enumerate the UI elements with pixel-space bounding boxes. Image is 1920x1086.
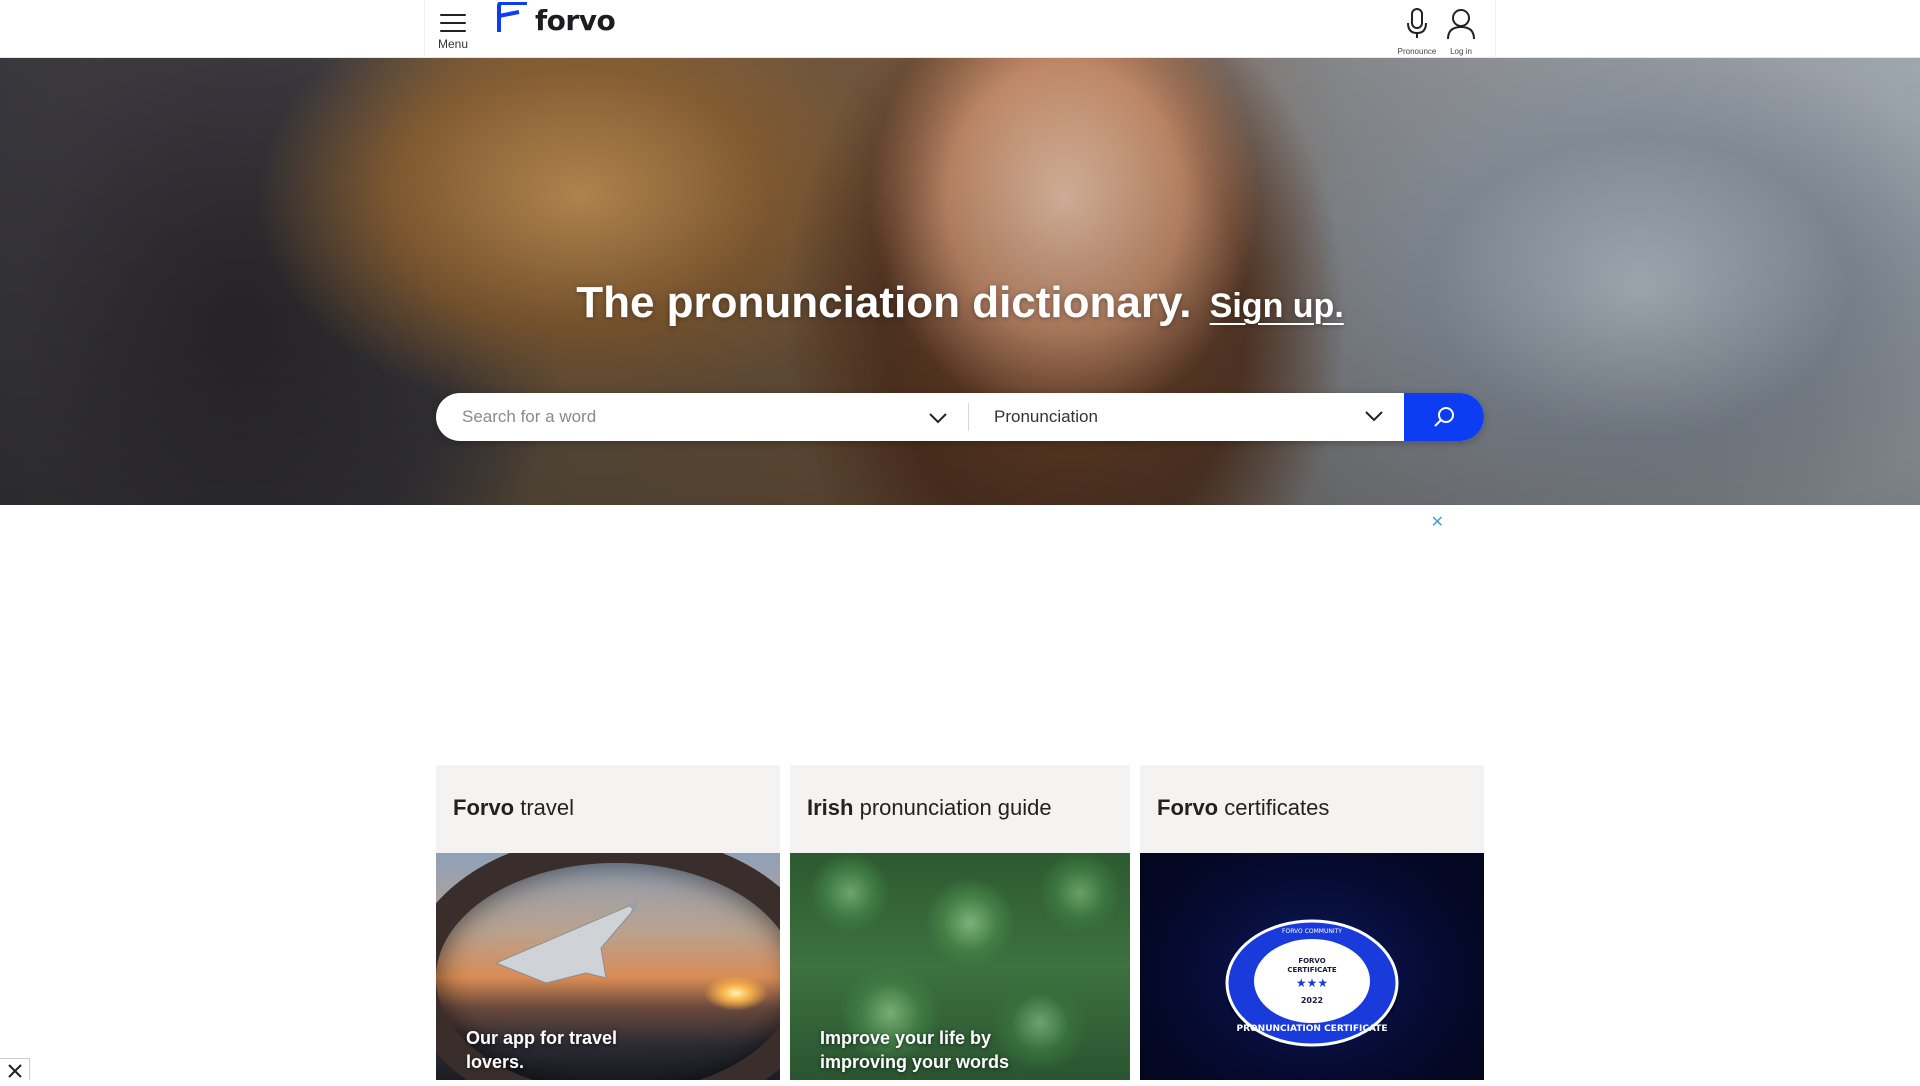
card-caption-line: lovers.: [466, 1052, 525, 1072]
search-mode-select[interactable]: Pronunciation: [994, 407, 1098, 427]
card-title-bold: Forvo: [1157, 795, 1219, 820]
microphone-icon: [1407, 8, 1427, 38]
chevron-down-icon[interactable]: [928, 408, 948, 428]
card-irish-guide[interactable]: Irish pronunciation guide Improve your l…: [790, 765, 1130, 1080]
signup-link[interactable]: Sign up.: [1210, 287, 1344, 325]
card-caption: Improve your life by improving your word…: [820, 1026, 1009, 1074]
menu-label: Menu: [437, 37, 469, 51]
chevron-down-icon[interactable]: [1364, 406, 1384, 426]
search-bar: Pronunciation: [436, 393, 1484, 441]
hero-title: The pronunciation dictionary. Sign up.: [0, 278, 1920, 328]
search-button[interactable]: [1404, 393, 1484, 441]
certificate-badge-icon: FORVO COMMUNITY FORVO CERTIFICATE ★★★ 20…: [1225, 919, 1399, 1047]
search-divider: [968, 403, 969, 431]
search-icon: [1434, 407, 1454, 427]
badge-line-2: CERTIFICATE: [1287, 966, 1337, 974]
pronounce-button[interactable]: Pronounce: [1395, 8, 1439, 56]
card-caption: Our app for travel lovers.: [466, 1026, 617, 1074]
login-button[interactable]: Log in: [1439, 8, 1483, 56]
login-label: Log in: [1450, 47, 1472, 56]
badge-top-text: FORVO COMMUNITY: [1282, 928, 1342, 935]
pronounce-label: Pronounce: [1397, 47, 1437, 56]
logo-text: forvo: [535, 3, 616, 37]
card-title-rest: pronunciation guide: [853, 795, 1052, 820]
hamburger-menu-icon: [440, 14, 466, 16]
hero-banner: The pronunciation dictionary. Sign up. P…: [0, 58, 1920, 505]
card-title-rest: travel: [514, 795, 575, 820]
certificate-image: FORVO COMMUNITY FORVO CERTIFICATE ★★★ 20…: [1140, 853, 1484, 1080]
user-icon: [1447, 9, 1475, 40]
badge-year: 2022: [1301, 996, 1323, 1005]
menu-button[interactable]: Menu: [435, 14, 471, 54]
card-title: Irish pronunciation guide: [807, 795, 1052, 821]
site-header: Menu forvo Pronounce Log in: [0, 0, 1920, 58]
card-title-bold: Forvo: [453, 795, 515, 820]
hamburger-menu-icon-bar: [440, 30, 466, 32]
card-caption-line: Improve your life by: [820, 1028, 992, 1048]
card-forvo-certificates[interactable]: Forvo certificates FORVO COMMUNITY FORVO…: [1140, 765, 1484, 1080]
hero-heading: The pronunciation dictionary.: [576, 278, 1192, 327]
close-icon[interactable]: ✕: [1431, 512, 1444, 532]
card-title-bold: Irish: [807, 795, 854, 820]
card-title: Forvo certificates: [1157, 795, 1329, 821]
forvo-logo-icon: [497, 2, 527, 32]
search-input[interactable]: [460, 401, 890, 433]
card-title-rest: certificates: [1218, 795, 1330, 820]
badge-stars: ★★★: [1296, 976, 1328, 990]
card-caption-line: Our app for travel: [466, 1028, 618, 1048]
airplane-window-image: Our app for travel lovers.: [436, 853, 780, 1080]
card-forvo-travel[interactable]: Forvo travel Our app for travel lovers.: [436, 765, 780, 1080]
badge-line-1: FORVO: [1298, 957, 1325, 965]
card-title: Forvo travel: [453, 795, 574, 821]
clover-image: Improve your life by improving your word…: [790, 853, 1130, 1080]
ad-area: ✕: [436, 510, 1484, 750]
card-caption-line: improving your words: [820, 1052, 1010, 1072]
hamburger-menu-icon-bar: [440, 22, 466, 24]
close-icon: [8, 1064, 22, 1078]
header-container: Menu forvo Pronounce Log in: [424, 0, 1496, 58]
badge-bottom-text: PRONUNCIATION CERTIFICATE: [1237, 1024, 1388, 1034]
close-button[interactable]: [0, 1058, 30, 1080]
site-logo[interactable]: forvo: [495, 0, 616, 40]
feature-cards: Forvo travel Our app for travel lovers. …: [436, 765, 1484, 1080]
